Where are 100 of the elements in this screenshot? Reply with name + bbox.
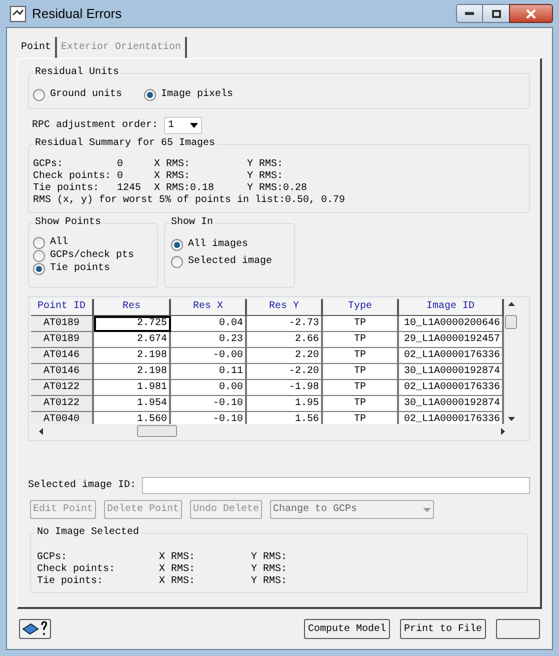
column-header[interactable]: Image ID [399,299,504,316]
table-cell: -0.00 [171,348,247,364]
column-header[interactable]: Point ID [31,299,94,316]
row-header: AT0122 [31,396,94,412]
summary-count: 0 [117,159,124,171]
help-book-icon [22,621,48,637]
radio-label: GCPs/check pts [50,250,134,262]
radio-label: Ground units [50,88,122,102]
minimize-button[interactable] [456,4,483,23]
row-header: AT0146 [31,348,94,364]
radio-button[interactable] [33,250,45,262]
image-id-field[interactable] [142,477,530,494]
table-cell: 02_L1A0000176336 [399,348,504,364]
maximize-button[interactable] [483,4,509,23]
radio-button[interactable] [171,238,183,250]
table-cell: 2.20 [247,348,323,364]
summary-count: 1245 [117,183,142,195]
scroll-up-icon[interactable] [508,302,514,306]
y-rms-text: Y RMS: [251,576,288,588]
x-rms-text: X RMS: [159,552,196,564]
summary-label: GCPs: [37,552,68,564]
table-cell: TP [323,396,399,412]
column-header[interactable]: Res X [171,299,247,316]
close-icon [526,8,536,18]
table-cell: 02_L1A0000176336 [399,380,504,396]
x-rms-text: X RMS: [159,576,196,588]
table-cell: 2.198 [94,364,171,380]
footer-button[interactable]: Compute Model [304,619,390,639]
table-cell: -0.10 [171,412,247,424]
table-cell: 02_L1A0000176336 [399,412,504,424]
row-header: AT0122 [31,380,94,396]
table-cell: TP [323,412,399,424]
table-cell: 1.954 [94,396,171,412]
summary-count: 0 [117,171,124,183]
order-dropdown[interactable]: 1 [164,117,202,134]
scroll-left-icon[interactable] [39,428,43,434]
radio-button[interactable] [33,262,45,274]
row-header: AT0189 [31,332,94,348]
table-cell: 2.198 [94,348,171,364]
table-cell: 1.981 [94,380,171,396]
row-header: AT0146 [31,364,94,380]
table-cell: 0.04 [171,316,247,332]
y-rms-text: Y RMS: [247,159,284,171]
caret-icon [190,123,198,128]
table-cell: 2.66 [247,332,323,348]
summary-label: Tie points: [37,576,104,588]
table-cell: 30_L1A0000192874 [399,364,504,380]
radio-button[interactable] [33,88,45,100]
x-rms-text: X RMS: [154,171,192,183]
radio-button[interactable] [144,88,156,100]
table-cell: TP [323,364,399,380]
table-cell: TP [323,332,399,348]
table-cell: 0.00 [171,380,247,396]
table-cell: 0.11 [171,364,247,380]
table-cell: -2.20 [247,364,323,380]
scroll-right-icon[interactable] [501,428,505,434]
x-rms-text: X RMS: [154,159,192,171]
scroll-thumb[interactable] [505,314,517,328]
footer-button[interactable] [496,619,540,639]
table-cell: -2.73 [247,316,323,332]
y-rms-text: Y RMS:0.28 [247,183,308,194]
y-rms-text: Y RMS: [251,564,288,576]
x-rms-text: X RMS: [159,564,196,576]
row-header: AT0189 [31,316,94,332]
scroll-down-icon[interactable] [508,417,514,421]
help-button[interactable] [19,619,51,639]
window-title: Residual Errors [32,4,122,23]
x-rms-text: X RMS:0.18 [154,183,216,194]
worst-rms-text: RMS (x, y) for worst 5% of points in list:0.50, 0.79 [33,195,346,206]
caret-icon [423,508,432,512]
footer-button[interactable]: Print to File [400,619,486,639]
y-rms-text: Y RMS: [251,552,288,564]
table-cell: TP [323,380,399,396]
radio-label: All images [188,238,248,252]
close-button[interactable] [509,4,553,23]
table-cell: 0.23 [171,332,247,348]
table-cell: 29_L1A0000192457 [399,332,504,348]
table-cell: 10_L1A0000200646 [399,316,504,332]
selected-image-label: Selected image ID: [28,478,138,493]
radio-label: All [50,236,68,248]
table-cell: 1.56 [247,412,323,424]
column-header[interactable]: Type [323,299,399,316]
table-cell: 1.95 [247,396,323,412]
table-cell: -0.10 [171,396,247,412]
summary-label: Check points: [37,564,116,576]
table-cell: TP [323,348,399,364]
radio-label: Selected image [188,254,272,269]
app-icon [10,6,26,22]
radio-button[interactable] [171,256,183,268]
table-cell: TP [323,316,399,332]
column-header[interactable]: Res Y [247,299,323,316]
table-cell: -1.98 [247,380,323,396]
y-rms-text: Y RMS: [247,171,284,183]
radio-label: Tie points [50,262,110,274]
rpc-label: RPC adjustment order: [32,118,158,133]
scroll-thumb[interactable] [137,425,177,437]
table-cell: 1.560 [94,412,171,424]
radio-button[interactable] [33,236,45,248]
column-header[interactable]: Res [94,299,171,316]
table-cell: 2.674 [94,332,171,348]
